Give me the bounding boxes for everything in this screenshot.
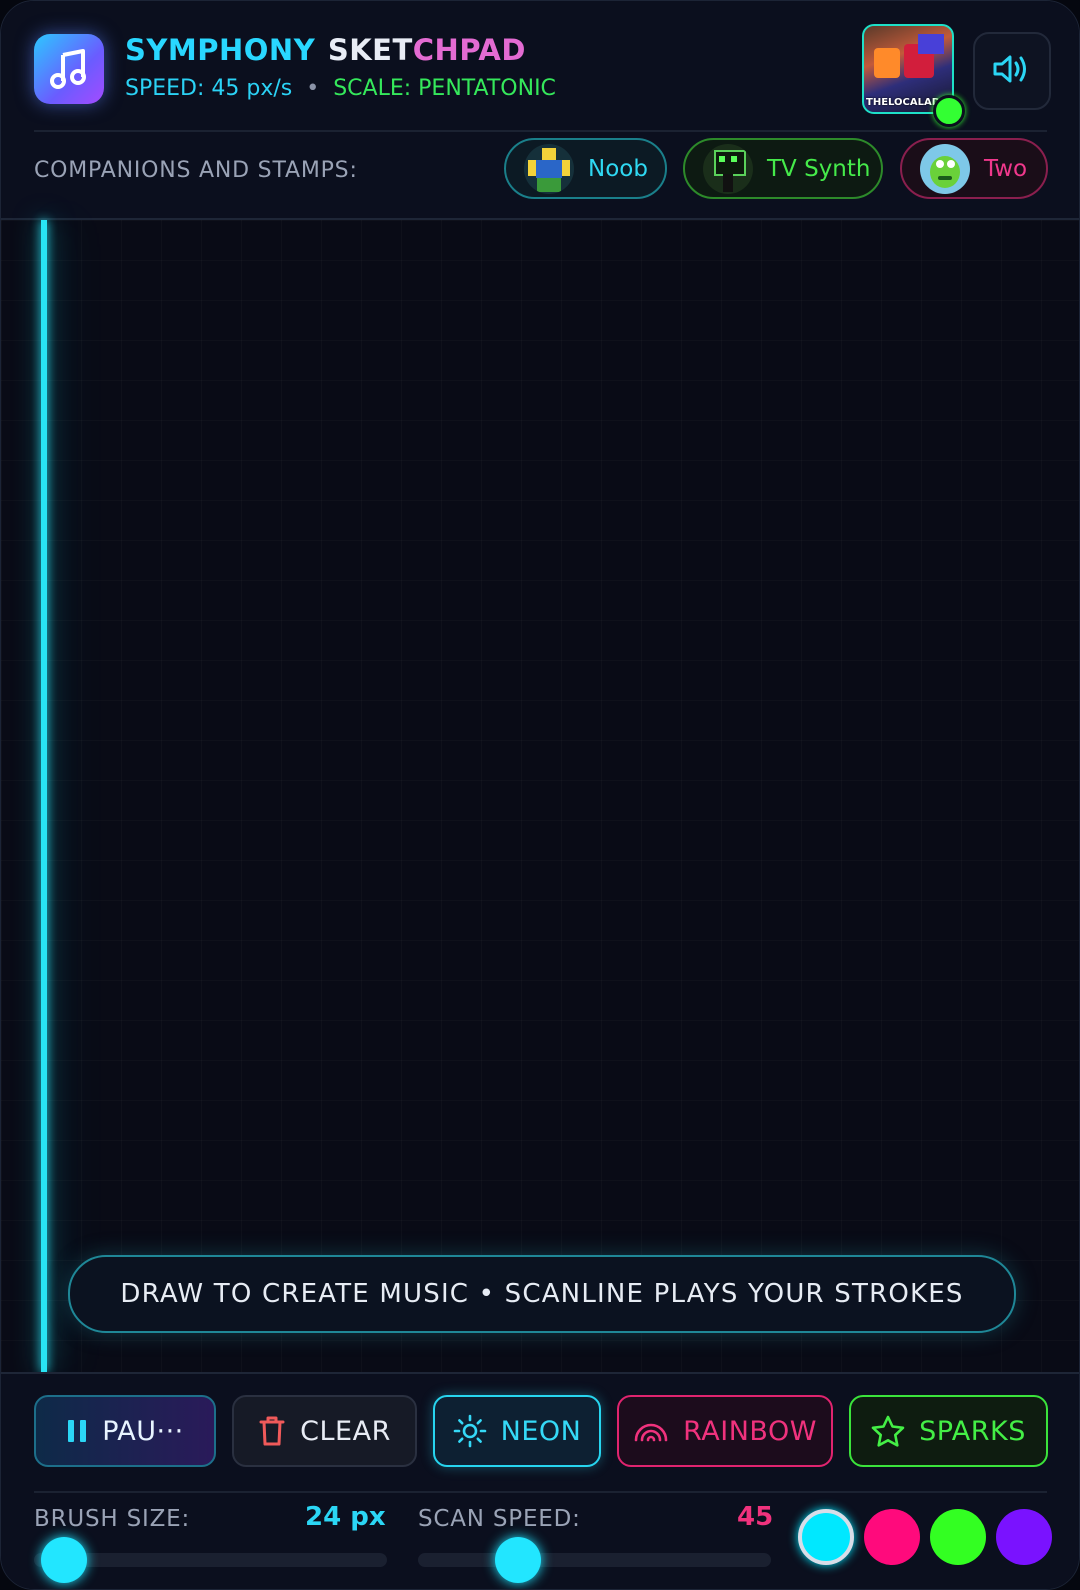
neon-label: NEON: [500, 1415, 582, 1447]
rainbow-label: RAINBOW: [683, 1415, 817, 1447]
scan-speed-track[interactable]: [418, 1553, 771, 1567]
sun-icon: [453, 1414, 487, 1448]
title-part-1: SYMPHONY: [125, 33, 316, 67]
rainbow-icon: [633, 1420, 669, 1442]
title-part-2: SKET: [327, 33, 413, 67]
scanline: [41, 220, 47, 1372]
companion-label-two: Two: [984, 155, 1028, 182]
scan-speed-value: 45: [737, 1502, 774, 1532]
trash-icon: [258, 1415, 286, 1447]
color-swatch-purple[interactable]: [996, 1509, 1052, 1565]
sparks-label: SPARKS: [919, 1415, 1026, 1447]
online-status-indicator: [933, 95, 965, 127]
sound-toggle-button[interactable]: [973, 32, 1051, 110]
brush-size-knob[interactable]: [41, 1537, 87, 1583]
color-swatch-cyan[interactable]: [798, 1509, 854, 1565]
companion-chip-two[interactable]: Two: [900, 138, 1048, 199]
scan-speed-knob[interactable]: [495, 1537, 541, 1583]
speaker-icon: [992, 52, 1032, 90]
neon-brush-button[interactable]: NEON: [433, 1395, 601, 1467]
noob-avatar: [524, 143, 574, 194]
clear-button[interactable]: CLEAR: [232, 1395, 417, 1467]
title-part-3: CHPAD: [412, 33, 526, 67]
brush-size-label: BRUSH SIZE:: [34, 1506, 191, 1532]
status-line: SPEED: 45 px/s • SCALE: PENTATONIC: [125, 76, 556, 101]
rainbow-brush-button[interactable]: RAINBOW: [617, 1395, 833, 1467]
header-divider: [34, 130, 1047, 132]
pause-button[interactable]: PAU···: [34, 1395, 216, 1467]
companion-label-noob: Noob: [588, 155, 648, 182]
header: SYMPHONY SKETCHPAD SPEED: 45 px/s • SCALE:…: [1, 1, 1079, 220]
color-swatch-pink[interactable]: [864, 1509, 920, 1565]
tv-synth-avatar: [703, 143, 753, 194]
app-title: SYMPHONY SKETCHPAD: [125, 33, 526, 67]
pause-label: PAU···: [102, 1415, 184, 1447]
status-separator: •: [306, 76, 320, 101]
companion-chip-tv-synth[interactable]: TV Synth: [683, 138, 883, 199]
companion-chip-noob[interactable]: Noob: [504, 138, 667, 199]
scan-speed-label: SCAN SPEED:: [418, 1506, 581, 1532]
star-icon: [871, 1415, 905, 1447]
speed-readout: SPEED: 45 px/s: [125, 76, 293, 101]
companion-label-tv-synth: TV Synth: [767, 155, 871, 182]
clear-label: CLEAR: [300, 1415, 391, 1447]
two-avatar: [920, 143, 970, 194]
app-window: SYMPHONY SKETCHPAD SPEED: 45 px/s • SCALE:…: [0, 0, 1080, 1590]
scale-readout: SCALE: PENTATONIC: [333, 76, 556, 101]
panel-divider: [34, 1491, 1047, 1493]
drawing-canvas[interactable]: [1, 220, 1079, 1372]
brush-size-value: 24 px: [305, 1502, 386, 1532]
canvas-hint: DRAW TO CREATE MUSIC • SCANLINE PLAYS YO…: [68, 1255, 1016, 1333]
sparks-brush-button[interactable]: SPARKS: [849, 1395, 1048, 1467]
companions-label: COMPANIONS AND STAMPS:: [34, 158, 358, 183]
pause-icon: [66, 1418, 88, 1444]
color-swatch-green[interactable]: [930, 1509, 986, 1565]
music-note-icon: [34, 34, 104, 104]
